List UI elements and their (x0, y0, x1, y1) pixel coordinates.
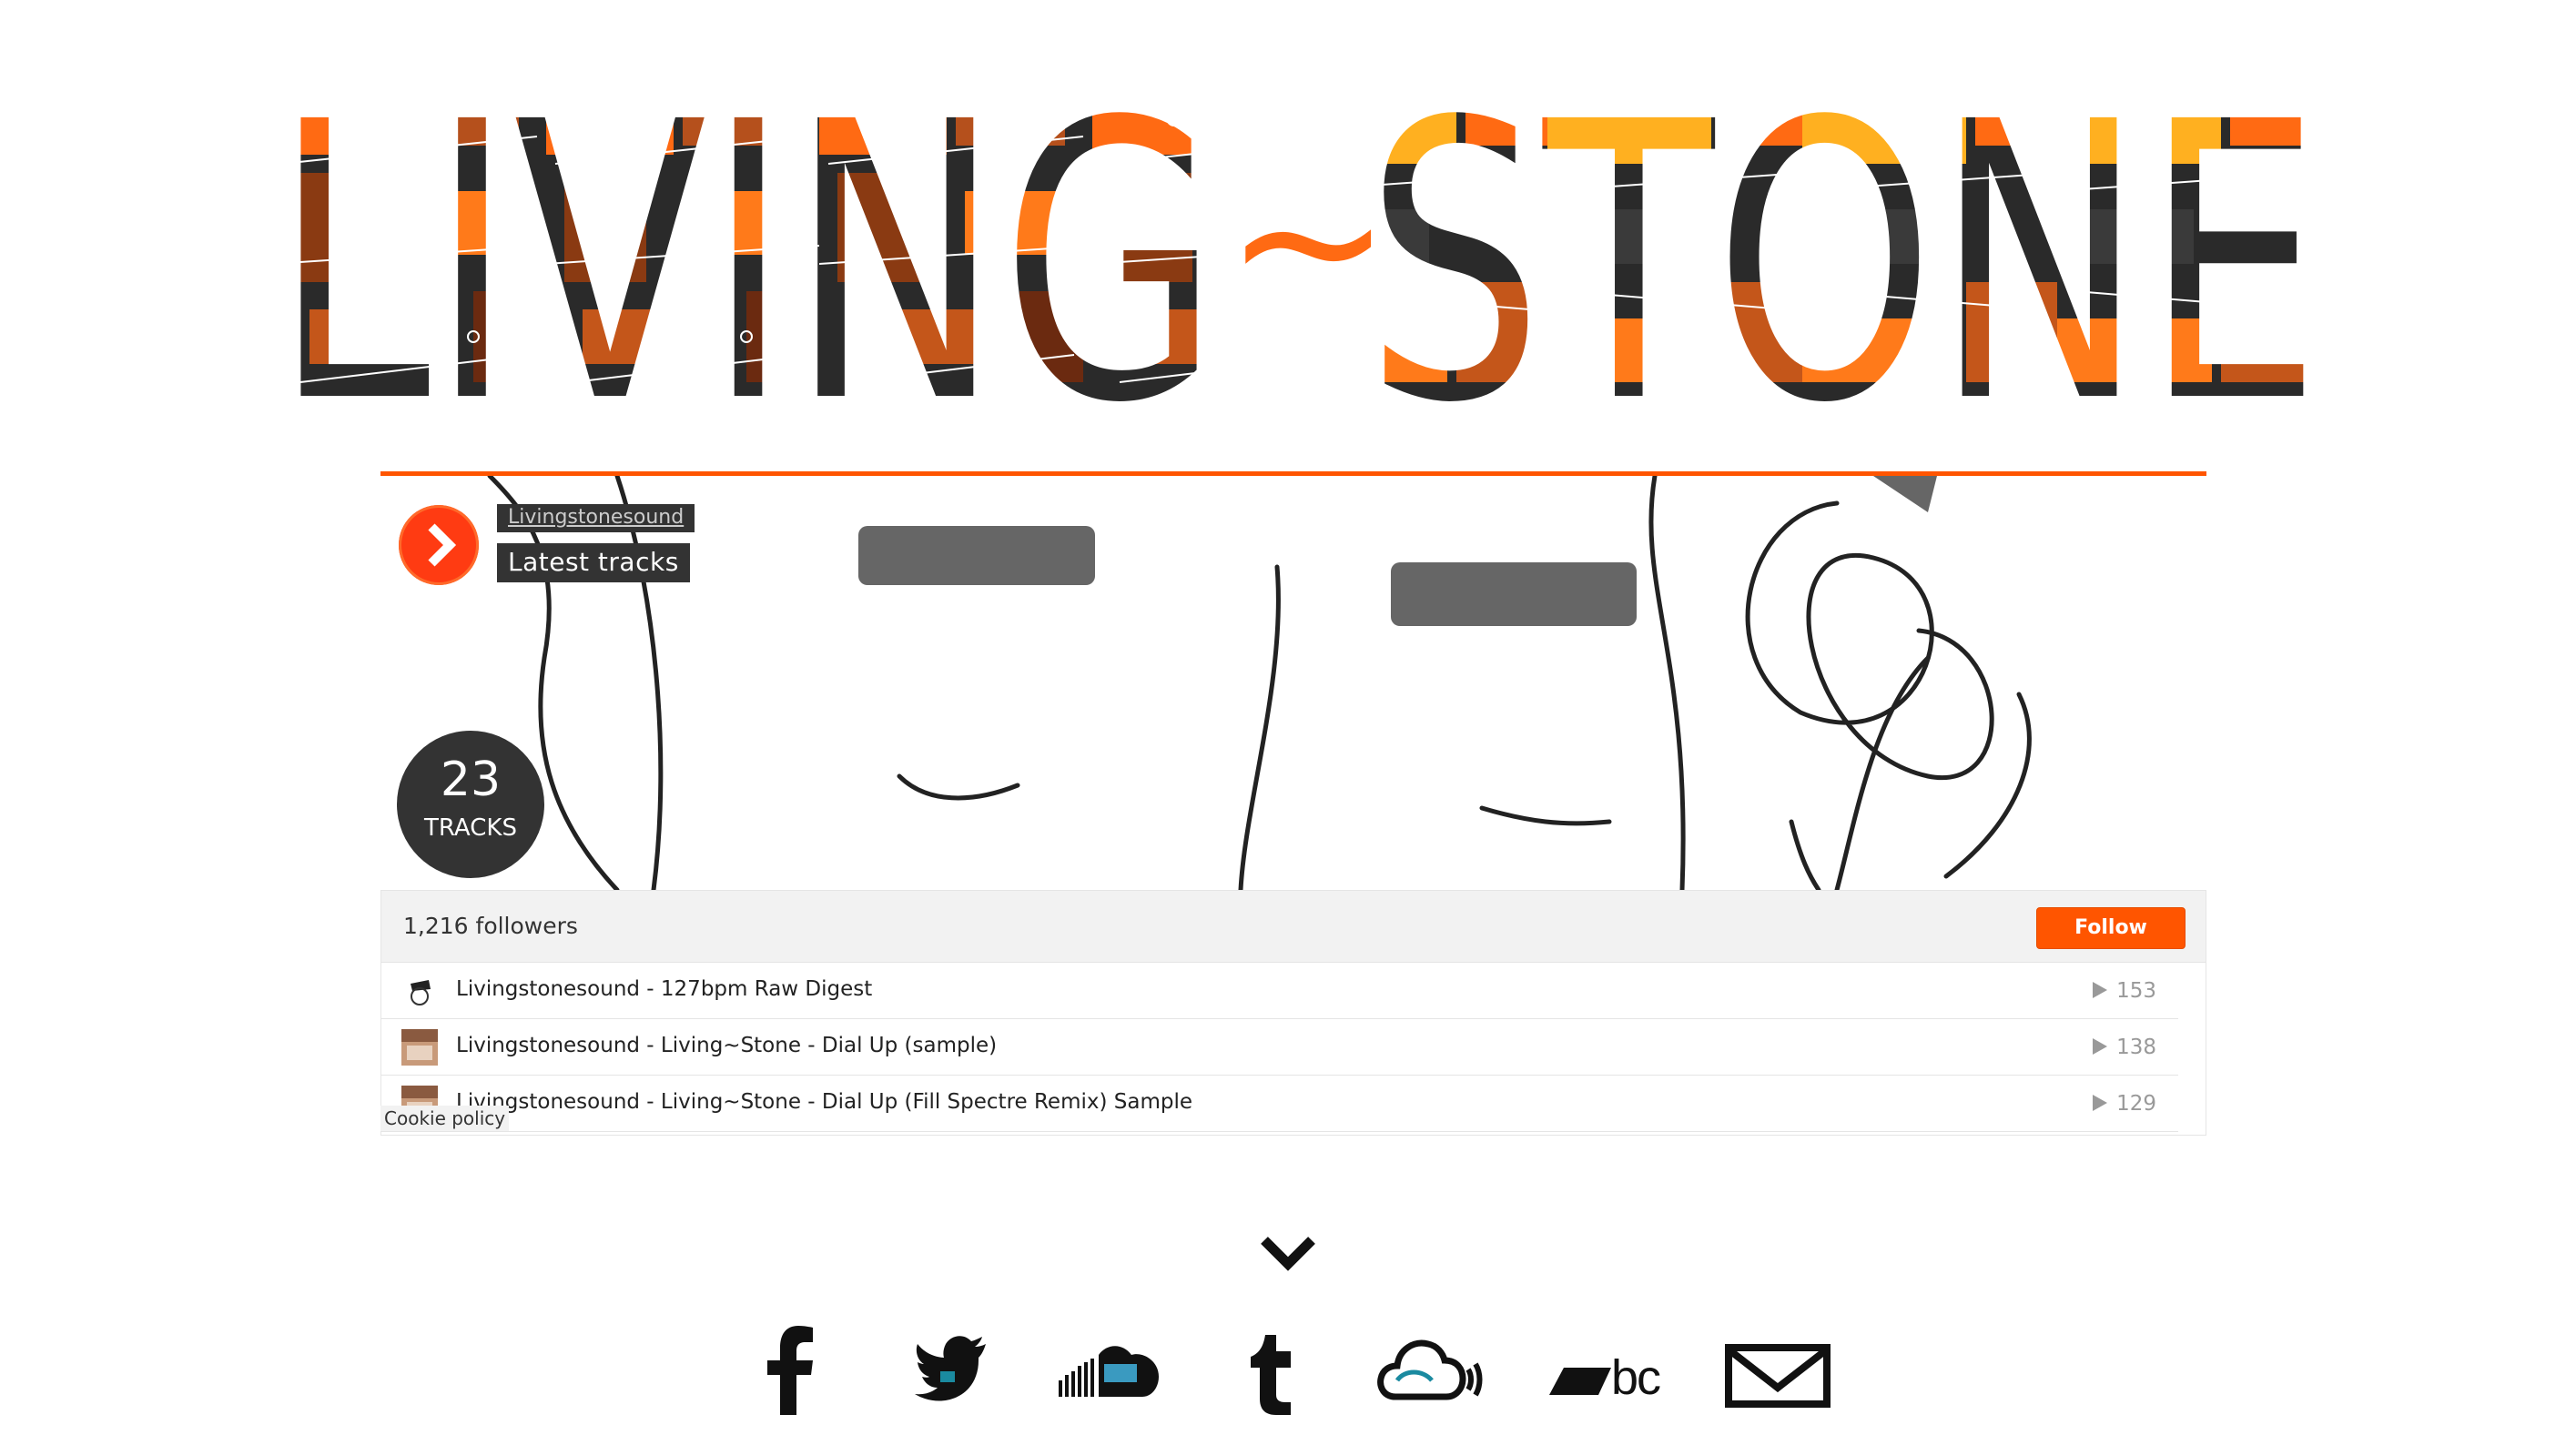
followers-count: 1,216 followers (403, 913, 578, 939)
track-play-count: 129 (2093, 1092, 2156, 1116)
set-title: Latest tracks (497, 543, 690, 582)
artwork-drawing (487, 476, 2032, 890)
play-count-icon (2093, 982, 2108, 998)
track-play-count: 138 (2093, 1036, 2156, 1059)
track-title: Livingstonesound - Living~Stone - Dial U… (456, 1034, 998, 1057)
username-link[interactable]: Livingstonesound (497, 504, 695, 532)
site-logo: LIVING ~ STONE (273, 82, 2321, 409)
facebook-icon[interactable] (760, 1324, 818, 1415)
track-row[interactable]: Livingstonesound - Living~Stone - Dial U… (381, 1076, 2178, 1132)
tracks-count-badge: 23 TRACKS (397, 731, 544, 878)
tumblr-icon[interactable] (1249, 1324, 1294, 1415)
track-artwork (401, 973, 438, 1009)
panel-header: 1,216 followers Follow (381, 891, 2206, 963)
tracks-count: 23 (440, 753, 502, 807)
play-count-value: 153 (2116, 979, 2156, 1003)
email-icon[interactable] (1723, 1324, 1832, 1415)
cookie-policy-link[interactable]: Cookie policy (380, 1106, 510, 1131)
mixcloud-icon[interactable] (1377, 1324, 1486, 1415)
track-row[interactable]: Livingstonesound - 127bpm Raw Digest 153 (381, 963, 2178, 1019)
play-count-value: 129 (2116, 1092, 2156, 1116)
play-count-icon (2093, 1095, 2108, 1111)
twitter-icon[interactable] (915, 1324, 988, 1415)
soundcloud-widget: Livingstonesound Latest tracks 23 TRACKS… (380, 471, 2206, 1136)
svg-text:LIVING: LIVING (273, 82, 1220, 409)
track-row[interactable]: Livingstonesound - Living~Stone - Dial U… (381, 1019, 2178, 1076)
track-title: Livingstonesound - Living~Stone - Dial U… (456, 1090, 1193, 1114)
track-title: Livingstonesound - 127bpm Raw Digest (456, 977, 873, 1001)
track-artwork (401, 1029, 438, 1066)
tracklist-panel: 1,216 followers Follow Livingstonesound … (380, 890, 2206, 1136)
logo-graphic: LIVING ~ STONE (273, 82, 2321, 409)
follow-button[interactable]: Follow (2036, 907, 2186, 949)
play-count-icon (2093, 1038, 2108, 1055)
track-play-count: 153 (2093, 979, 2156, 1003)
svg-text:STONE: STONE (1365, 82, 2321, 409)
play-icon (428, 523, 457, 567)
soundcloud-icon[interactable] (1059, 1324, 1164, 1415)
artwork-banner: Livingstonesound Latest tracks 23 TRACKS (380, 476, 2206, 890)
bandcamp-text: bc (1611, 1350, 1661, 1405)
play-button[interactable] (399, 505, 479, 585)
chevron-down-icon[interactable] (1259, 1235, 1317, 1271)
play-count-value: 138 (2116, 1036, 2156, 1059)
tracks-label: TRACKS (424, 814, 517, 842)
bandcamp-icon[interactable]: bc (1547, 1324, 1675, 1415)
